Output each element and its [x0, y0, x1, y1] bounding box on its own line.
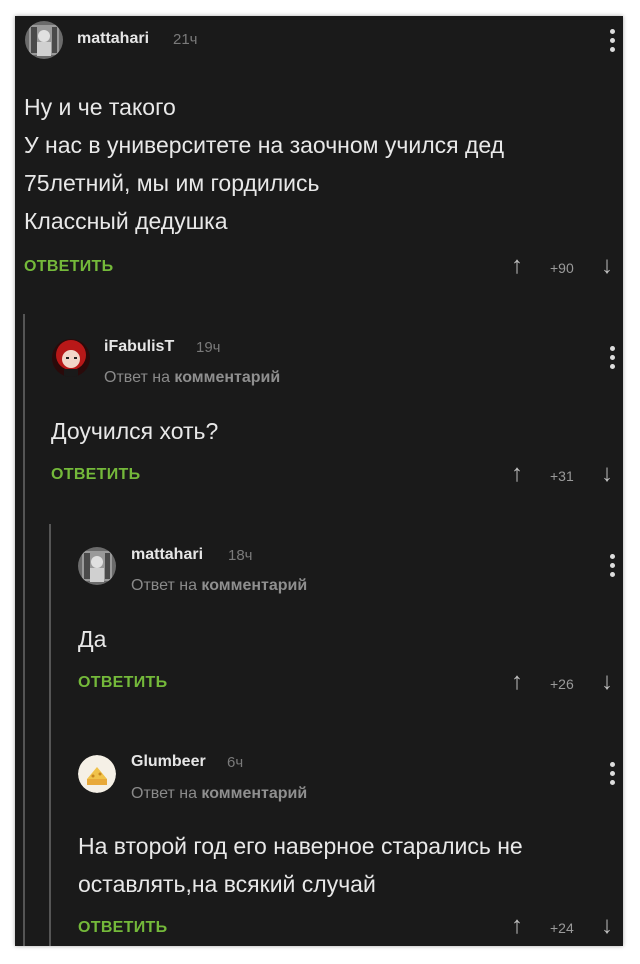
reply-button[interactable]: ОТВЕТИТЬ [24, 258, 113, 276]
reply-button[interactable]: ОТВЕТИТЬ [51, 466, 140, 484]
vote-count: +90 [550, 260, 574, 276]
avatar-image [78, 755, 116, 793]
upvote-icon[interactable]: ↑ [511, 670, 523, 694]
thread-line-level-2 [49, 524, 51, 946]
upvote-icon[interactable]: ↑ [511, 254, 523, 278]
username[interactable]: mattahari [131, 546, 203, 564]
downvote-icon[interactable]: ↓ [601, 914, 613, 938]
comment-1: mattahari 21ч Ну и че такого У нас в уни… [15, 16, 623, 306]
downvote-icon[interactable]: ↓ [601, 670, 613, 694]
reply-to-label: Ответ на комментарий [131, 785, 307, 803]
comment-text-line: Да [78, 626, 107, 652]
comment-text-line: Классный дедушка [24, 208, 228, 234]
timestamp: 21ч [173, 31, 198, 48]
reply-to-prefix: Ответ на [131, 785, 197, 802]
more-vertical-icon[interactable] [610, 29, 616, 55]
reply-to-prefix: Ответ на [131, 577, 197, 594]
downvote-icon[interactable]: ↓ [601, 254, 613, 278]
username[interactable]: mattahari [77, 30, 149, 48]
reply-to-link[interactable]: комментарий [201, 785, 307, 802]
user-avatar[interactable] [25, 21, 63, 59]
thread-line-level-1 [23, 314, 25, 946]
comment-text-line: Ну и че такого [24, 94, 176, 120]
user-avatar[interactable] [78, 755, 116, 793]
reply-to-link[interactable]: комментарий [201, 577, 307, 594]
comment-text-line: У нас в университете на заочном учился д… [24, 132, 505, 158]
avatar-image [52, 339, 90, 377]
username[interactable]: iFabulisT [104, 338, 174, 356]
comment-text-line: На второй год его наверное старались не [78, 833, 523, 859]
comment-text-line: оставлять,на всякий случай [78, 871, 376, 897]
reply-button[interactable]: ОТВЕТИТЬ [78, 674, 167, 692]
reply-to-prefix: Ответ на [104, 369, 170, 386]
comment-text-line: Доучился хоть? [51, 418, 219, 444]
vote-count: +26 [550, 676, 574, 692]
avatar-image [25, 21, 63, 59]
reply-to-label: Ответ на комментарий [104, 369, 280, 387]
downvote-icon[interactable]: ↓ [601, 462, 613, 486]
avatar-image [78, 547, 116, 585]
upvote-icon[interactable]: ↑ [511, 914, 523, 938]
vote-count: +31 [550, 468, 574, 484]
username[interactable]: Glumbeer [131, 753, 206, 771]
more-vertical-icon[interactable] [610, 346, 616, 372]
user-avatar[interactable] [78, 547, 116, 585]
reply-button[interactable]: ОТВЕТИТЬ [78, 919, 167, 937]
timestamp: 6ч [227, 754, 244, 771]
vote-count: +24 [550, 920, 574, 936]
timestamp: 19ч [196, 339, 221, 356]
comment-text-line: 75летний, мы им гордились [24, 170, 320, 196]
user-avatar[interactable] [52, 339, 90, 377]
more-vertical-icon[interactable] [610, 554, 616, 580]
reply-to-label: Ответ на комментарий [131, 577, 307, 595]
more-vertical-icon[interactable] [610, 762, 616, 788]
timestamp: 18ч [228, 547, 253, 564]
reply-to-link[interactable]: комментарий [174, 369, 280, 386]
comments-panel: mattahari 21ч Ну и че такого У нас в уни… [15, 16, 623, 946]
upvote-icon[interactable]: ↑ [511, 462, 523, 486]
